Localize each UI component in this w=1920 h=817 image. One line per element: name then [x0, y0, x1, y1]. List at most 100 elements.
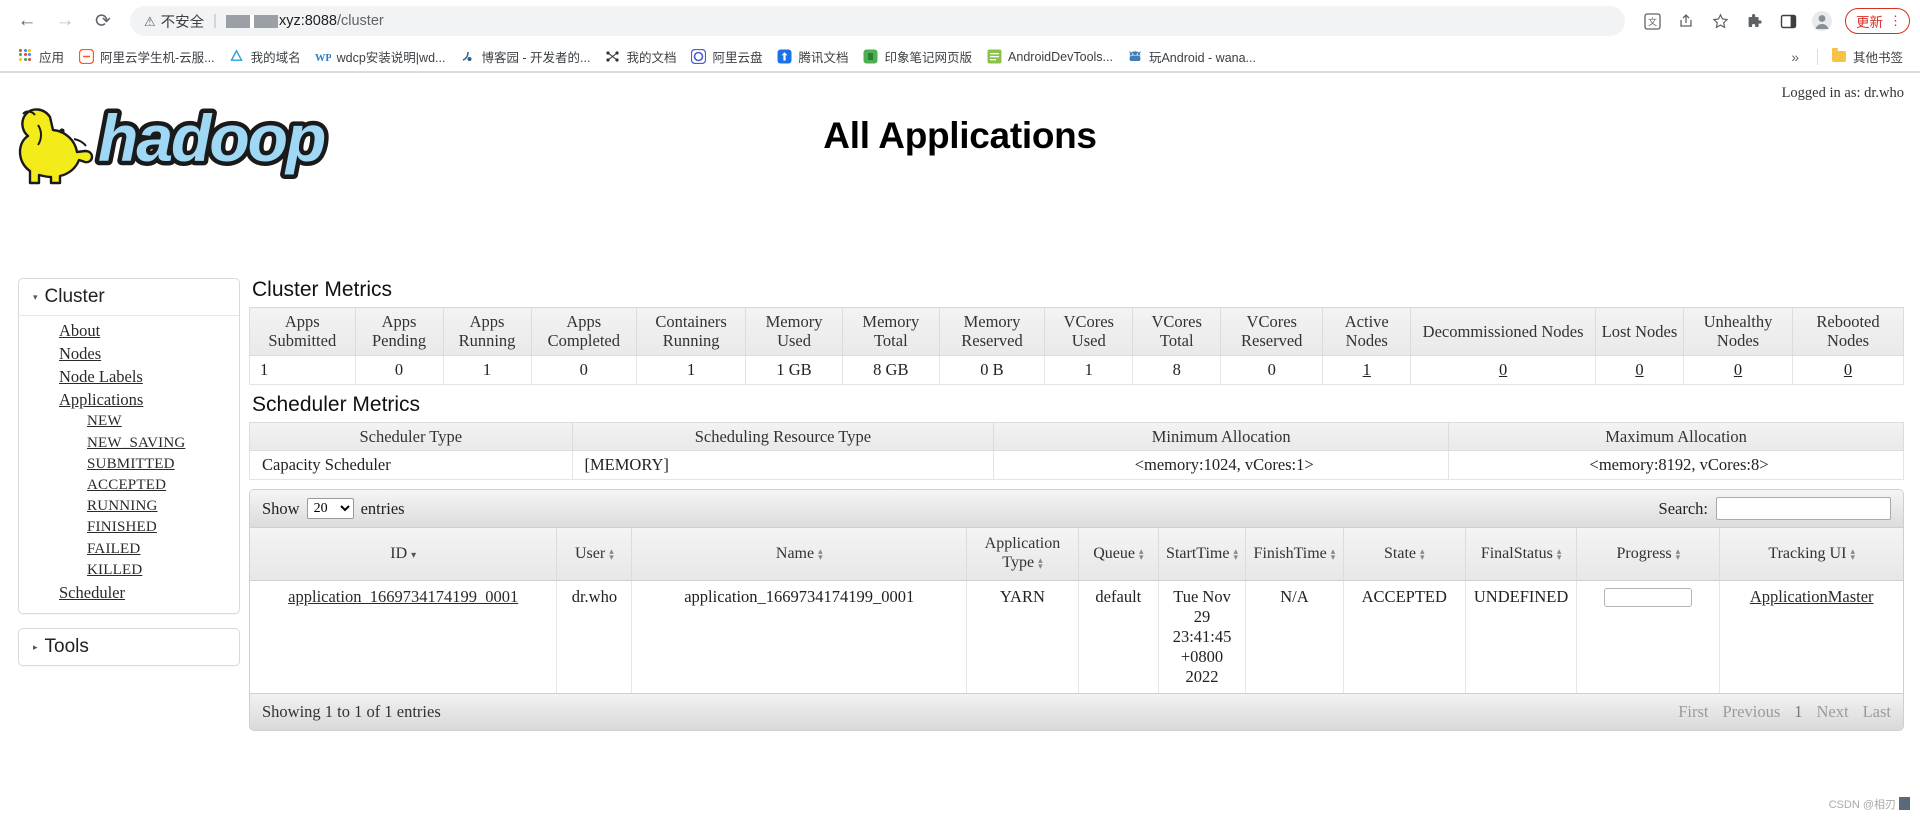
sort-both-icon: ▴ ▾: [1556, 545, 1562, 562]
val-rebooted-nodes[interactable]: 0: [1792, 354, 1904, 385]
th-queue[interactable]: Queue ▴ ▾: [1077, 528, 1159, 581]
application-id-link[interactable]: application_1669734174199_0001: [288, 587, 518, 606]
chrome-menu-icon[interactable]: ⋮: [1889, 14, 1902, 28]
val-memory-total: 8 GB: [841, 354, 940, 385]
val-lost-nodes[interactable]: 0: [1594, 354, 1684, 385]
val-active-nodes[interactable]: 1: [1322, 354, 1412, 385]
update-button[interactable]: 更新 ⋮: [1845, 8, 1910, 34]
browser-chrome: ← → ⟳ ⚠ 不安全 | xyz:8088/cluster 文 更新 ⋮ 应用…: [0, 0, 1920, 73]
bookmark-wanandroid[interactable]: 玩Android - wana...: [1120, 44, 1263, 69]
sidebar-item-about[interactable]: About: [19, 319, 239, 342]
bookmark-evernote[interactable]: 印象笔记网页版: [856, 44, 980, 69]
th-state[interactable]: State ▴ ▾: [1342, 528, 1466, 581]
th-name[interactable]: Name ▴ ▾: [631, 528, 967, 581]
th-finishtime[interactable]: FinishTime ▴ ▾: [1245, 528, 1344, 581]
sidebar-tools-header[interactable]: ▸ Tools: [19, 629, 239, 665]
bookmark-label: 我的文档: [626, 51, 677, 65]
sort-both-icon: ▴ ▾: [818, 545, 823, 562]
col-memory-used: Memory Used: [745, 307, 843, 356]
sidebar-item-applications[interactable]: Applications: [19, 388, 239, 411]
th-label: FinishTime: [1253, 544, 1327, 562]
col-vcores-total: VCores Total: [1132, 307, 1222, 356]
show-label: Show: [262, 498, 300, 518]
logged-in-label: Logged in as: dr.who: [1781, 85, 1904, 101]
yarn-resourcemanager-page: Logged in as: dr.who hadoop hadoop All A…: [0, 73, 1920, 817]
search-input[interactable]: [1716, 497, 1891, 521]
reload-button[interactable]: ⟳: [86, 4, 120, 38]
sidebar-item-new[interactable]: NEW: [19, 411, 239, 432]
pager-next[interactable]: Next: [1817, 702, 1849, 722]
cell-finishtime: N/A: [1245, 579, 1344, 693]
sidebar-item-scheduler[interactable]: Scheduler: [19, 581, 239, 604]
sidebar-cluster-links: About Nodes Node Labels Applications NEW…: [19, 316, 239, 613]
sort-both-icon: ▴ ▾: [1038, 554, 1043, 572]
sidebar-item-submitted[interactable]: SUBMITTED: [19, 454, 239, 475]
domain-icon: [229, 49, 245, 65]
pager-previous[interactable]: Previous: [1723, 702, 1781, 722]
back-button[interactable]: ←: [10, 4, 44, 38]
bookmark-cnblogs[interactable]: 博客园 - 开发者的...: [452, 44, 597, 69]
sidebar-item-nodes[interactable]: Nodes: [19, 342, 239, 365]
content-wrapper: ▾ Cluster About Nodes Node Labels Applica…: [0, 278, 1920, 731]
th-tracking-ui[interactable]: Tracking UI ▴ ▾: [1719, 528, 1903, 581]
page-length-control: Show 20 40 60 80 100 entries: [262, 498, 405, 520]
share-icon[interactable]: [1671, 6, 1701, 36]
address-bar[interactable]: ⚠ 不安全 | xyz:8088/cluster: [130, 6, 1625, 36]
pager-first[interactable]: First: [1678, 702, 1708, 722]
profile-avatar[interactable]: [1807, 6, 1837, 36]
th-id[interactable]: ID ▾: [250, 528, 557, 581]
bookmark-my-docs[interactable]: 我的文档: [597, 44, 683, 69]
bookmark-star-icon[interactable]: [1705, 6, 1735, 36]
bookmarks-bar: 应用 阿里云学生机-云服... 我的域名 WP wdcp安装说明|wd... 博…: [0, 42, 1920, 72]
th-application-type[interactable]: Application Type ▴ ▾: [966, 528, 1079, 581]
forward-button[interactable]: →: [48, 4, 82, 38]
sidebar-item-finished[interactable]: FINISHED: [19, 517, 239, 538]
bookmark-apps[interactable]: 应用: [10, 44, 71, 69]
col-containers-running: Containers Running: [636, 307, 747, 356]
cluster-metrics-header-row: Apps Submitted Apps Pending Apps Running…: [249, 307, 1904, 356]
other-bookmarks-folder[interactable]: 其他书签: [1824, 44, 1910, 69]
val-scheduling-resource-type: [MEMORY]: [571, 450, 995, 481]
translate-icon[interactable]: 文: [1637, 6, 1667, 36]
sort-both-icon: ▴ ▾: [609, 545, 614, 562]
sidebar-item-failed[interactable]: FAILED: [19, 539, 239, 560]
bookmarks-overflow-button[interactable]: »: [1779, 49, 1811, 65]
bookmark-wdcp[interactable]: WP wdcp安装说明|wd...: [308, 44, 453, 69]
bookmark-alipan[interactable]: 阿里云盘: [684, 44, 770, 69]
update-label: 更新: [1856, 15, 1883, 30]
chevron-down-icon: ▾: [33, 292, 38, 302]
cell-progress: [1576, 579, 1720, 693]
sidebar-item-node-labels[interactable]: Node Labels: [19, 365, 239, 388]
th-starttime[interactable]: StartTime ▴ ▾: [1157, 528, 1246, 581]
bookmark-label: wdcp安装说明|wd...: [336, 51, 446, 65]
extensions-icon[interactable]: [1739, 6, 1769, 36]
page-length-select[interactable]: 20 40 60 80 100: [306, 498, 354, 520]
cell-queue: default: [1077, 579, 1159, 693]
th-progress[interactable]: Progress ▴ ▾: [1576, 528, 1720, 581]
bookmark-label: 阿里云盘: [712, 51, 763, 65]
cell-starttime: Tue Nov 29 23:41:45 +0800 2022: [1157, 579, 1246, 693]
sidebar-item-running[interactable]: RUNNING: [19, 496, 239, 517]
pager-page-1[interactable]: 1: [1794, 702, 1802, 722]
application-master-link[interactable]: ApplicationMaster: [1750, 587, 1874, 606]
sidebar-item-new-saving[interactable]: NEW_SAVING: [19, 433, 239, 454]
th-user[interactable]: User ▴ ▾: [556, 528, 632, 581]
table-row: application_1669734174199_0001 dr.who ap…: [250, 579, 1903, 693]
th-finalstatus[interactable]: FinalStatus ▴ ▾: [1464, 528, 1577, 581]
sidebar-cluster-header[interactable]: ▾ Cluster: [19, 279, 239, 316]
forward-icon: →: [55, 10, 75, 31]
url-host: xyz:8088: [278, 13, 337, 29]
side-panel-icon[interactable]: [1773, 6, 1803, 36]
applications-datatable: Show 20 40 60 80 100 entries Search:: [249, 489, 1904, 731]
val-unhealthy-nodes[interactable]: 0: [1682, 354, 1794, 385]
val-decommissioned-nodes[interactable]: 0: [1410, 354, 1596, 385]
bookmark-aliyun-student[interactable]: 阿里云学生机-云服...: [71, 44, 222, 69]
sidebar-item-accepted[interactable]: ACCEPTED: [19, 475, 239, 496]
bookmark-tencent-docs[interactable]: 腾讯文档: [770, 44, 856, 69]
pager-last[interactable]: Last: [1863, 702, 1891, 722]
sidebar-item-killed[interactable]: KILLED: [19, 560, 239, 581]
other-bookmarks-label: 其他书签: [1852, 51, 1903, 65]
aliyun-icon: [78, 49, 94, 65]
bookmark-my-domain[interactable]: 我的域名: [222, 44, 308, 69]
bookmark-androiddevtools[interactable]: AndroidDevTools...: [979, 46, 1120, 68]
